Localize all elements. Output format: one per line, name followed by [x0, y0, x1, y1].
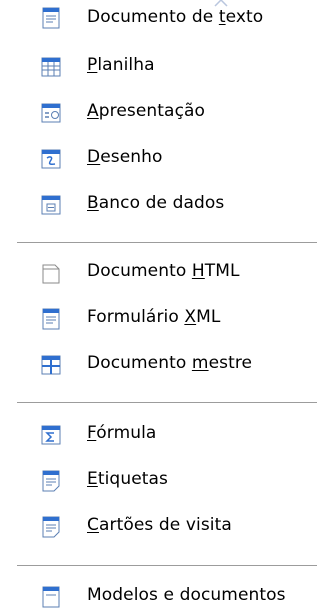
- menu-item-modelos-e-documentos[interactable]: Modelos e documentos: [0, 576, 317, 616]
- menu-item-label: Fórmula: [87, 423, 157, 443]
- menu-item-label: Formulário XML: [87, 307, 221, 327]
- text-document-icon: [42, 7, 60, 29]
- menu-item-label: Cartões de visita: [87, 515, 232, 535]
- menu-item-label: Documento mestre: [87, 353, 253, 373]
- new-document-menu: Documento de texto Planilha Apresentação: [0, 0, 317, 608]
- menu-item-documento-mestre[interactable]: Documento mestre: [0, 344, 317, 384]
- spreadsheet-icon: [41, 57, 61, 77]
- database-icon: [41, 195, 61, 215]
- menu-item-label: Modelos e documentos: [87, 585, 286, 605]
- menu-item-desenho[interactable]: Desenho: [0, 138, 317, 178]
- menu-item-label: Documento de texto: [87, 7, 264, 27]
- menu-item-label: Banco de dados: [87, 193, 225, 213]
- menu-item-formula[interactable]: Fórmula: [0, 414, 317, 454]
- html-document-icon: [42, 264, 60, 284]
- menu-item-planilha[interactable]: Planilha: [0, 46, 317, 86]
- menu-separator: [17, 402, 317, 404]
- xml-form-icon: [42, 308, 60, 330]
- business-cards-icon: [42, 516, 60, 538]
- templates-icon: [42, 586, 60, 608]
- menu-item-label: Etiquetas: [87, 469, 168, 489]
- menu-item-formulario-xml[interactable]: Formulário XML: [0, 298, 317, 338]
- menu-item-label: Desenho: [87, 147, 163, 167]
- menu-item-label: Apresentação: [87, 101, 206, 121]
- menu-separator: [17, 565, 317, 567]
- menu-item-documento-de-texto[interactable]: Documento de texto: [0, 0, 317, 40]
- formula-icon: [41, 425, 61, 445]
- menu-item-documento-html[interactable]: Documento HTML: [0, 252, 317, 292]
- labels-icon: [42, 470, 60, 492]
- menu-item-etiquetas[interactable]: Etiquetas: [0, 460, 317, 500]
- master-document-icon: [41, 355, 61, 375]
- menu-separator: [17, 242, 317, 244]
- presentation-icon: [41, 103, 61, 123]
- menu-item-apresentacao[interactable]: Apresentação: [0, 92, 317, 132]
- drawing-icon: [41, 149, 61, 169]
- menu-item-label: Planilha: [87, 55, 155, 75]
- menu-item-cartoes-de-visita[interactable]: Cartões de visita: [0, 506, 317, 546]
- menu-item-label: Documento HTML: [87, 261, 240, 281]
- menu-item-banco-de-dados[interactable]: Banco de dados: [0, 184, 317, 224]
